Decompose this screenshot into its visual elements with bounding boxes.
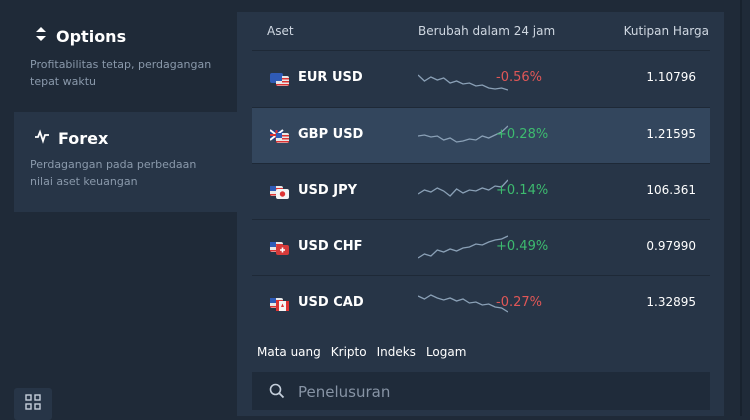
asset-list-panel: Aset Berubah dalam 24 jam Kutipan Harga … — [237, 12, 724, 416]
us-ca-flag-icon — [270, 296, 290, 312]
asset-pair-name: USD JPY — [298, 183, 358, 198]
asset-row-eur-usd[interactable]: EUR USD -0.56% 1.10796 — [252, 50, 710, 107]
asset-row-usd-jpy[interactable]: USD JPY +0.14% 106.361 — [252, 163, 710, 220]
tab-crypto[interactable]: Kripto — [331, 345, 367, 359]
us-ch-flag-icon — [270, 240, 290, 256]
change-percent: +0.14% — [496, 183, 549, 198]
search-icon — [269, 383, 285, 403]
tab-currencies[interactable]: Mata uang — [257, 345, 321, 359]
change-percent: -0.56% — [496, 70, 542, 85]
sparkline-chart — [418, 294, 508, 313]
sparkline-chart — [418, 74, 508, 91]
tab-metals[interactable]: Logam — [426, 345, 466, 359]
asset-row-usd-chf[interactable]: USD CHF +0.49% 0.97990 — [252, 219, 710, 276]
column-header-asset: Aset — [267, 24, 294, 38]
pulse-icon — [34, 128, 50, 148]
price-quote: 106.361 — [646, 183, 696, 197]
price-quote: 0.97990 — [646, 239, 696, 253]
instrument-type-panel: Options Profitabilitas tetap, perdaganga… — [0, 0, 237, 420]
up-down-arrows-icon — [34, 26, 48, 46]
change-percent: +0.49% — [496, 239, 549, 254]
category-description: Perdagangan pada perbedaan nilai aset ke… — [30, 158, 197, 188]
sparkline-chart — [418, 125, 508, 143]
column-header-quote: Kutipan Harga — [623, 24, 709, 38]
us-jp-flag-icon — [270, 184, 290, 200]
price-quote: 1.21595 — [646, 127, 696, 141]
sparkline-chart — [418, 235, 508, 259]
grid-icon — [25, 394, 41, 414]
change-percent: +0.28% — [496, 127, 549, 142]
price-quote: 1.10796 — [646, 70, 696, 84]
category-description: Profitabilitas tetap, perdagangan tepat … — [30, 58, 212, 88]
price-quote: 1.32895 — [646, 295, 696, 309]
category-title: Forex — [58, 128, 109, 148]
search-input[interactable] — [296, 380, 680, 404]
asset-pair-name: GBP USD — [298, 127, 364, 142]
eu-us-flag-icon — [270, 71, 290, 87]
asset-pair-name: EUR USD — [298, 70, 363, 85]
asset-row-usd-cad[interactable]: USD CAD -0.27% 1.32895 — [252, 275, 710, 332]
tab-indices[interactable]: Indeks — [377, 345, 416, 359]
category-options[interactable]: Options Profitabilitas tetap, perdaganga… — [14, 16, 237, 96]
category-title: Options — [56, 26, 127, 46]
category-forex[interactable]: Forex Perdagangan pada perbedaan nilai a… — [14, 112, 237, 212]
column-header-change: Berubah dalam 24 jam — [418, 24, 556, 38]
asset-pair-name: USD CHF — [298, 239, 363, 254]
gb-us-flag-icon — [269, 128, 290, 144]
category-filter-tabs: Mata uang Kripto Indeks Logam — [257, 345, 466, 359]
asset-row-gbp-usd[interactable]: GBP USD +0.28% 1.21595 — [252, 107, 710, 164]
window-edge — [724, 0, 750, 416]
table-header: Aset Berubah dalam 24 jam Kutipan Harga — [237, 12, 724, 50]
change-percent: -0.27% — [496, 295, 542, 310]
asset-pair-name: USD CAD — [298, 295, 364, 310]
sparkline-chart — [418, 179, 508, 197]
grid-view-button[interactable] — [14, 388, 52, 420]
search-box — [252, 372, 710, 410]
